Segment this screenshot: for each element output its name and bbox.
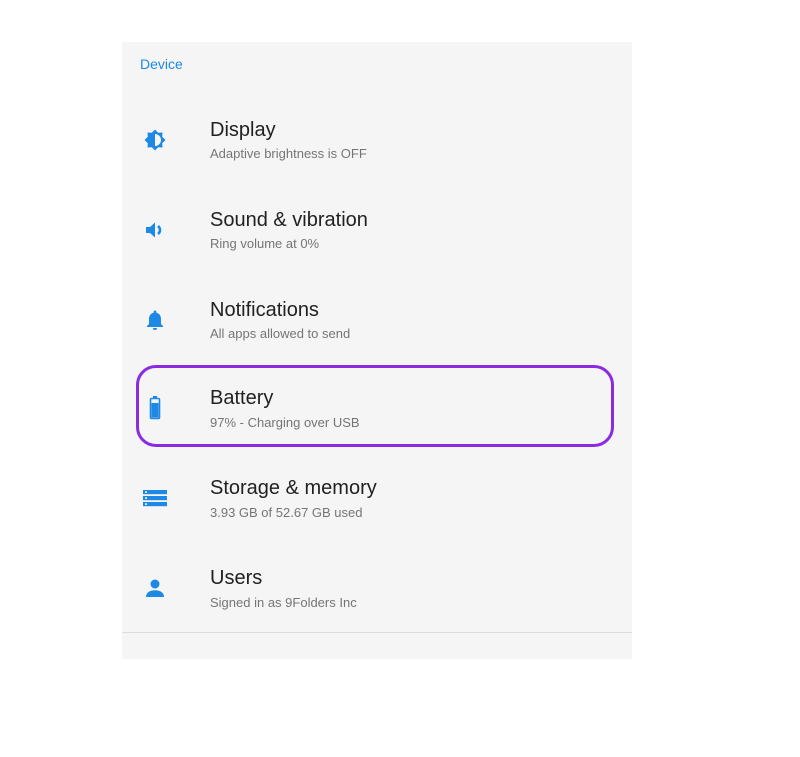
storage-icon — [142, 453, 168, 543]
settings-item-title: Battery — [210, 387, 274, 409]
settings-item-title: Sound & vibration — [210, 209, 368, 231]
settings-item-notifications[interactable]: Notifications All apps allowed to send — [122, 275, 632, 365]
settings-panel: Device Display Adaptive brightness is OF… — [122, 42, 632, 659]
settings-item-battery[interactable]: Battery 97% - Charging over USB — [122, 363, 632, 453]
volume-icon — [142, 185, 168, 275]
settings-item-users[interactable]: Users Signed in as 9Folders Inc — [122, 543, 632, 633]
settings-item-title: Users — [210, 567, 263, 589]
settings-item-title: Notifications — [210, 299, 319, 321]
settings-item-subtitle: Adaptive brightness is OFF — [210, 146, 367, 161]
person-icon — [142, 543, 168, 633]
settings-item-title: Storage & memory — [210, 477, 377, 499]
bell-icon — [142, 275, 168, 365]
divider — [122, 632, 632, 633]
settings-item-storage[interactable]: Storage & memory 3.93 GB of 52.67 GB use… — [122, 453, 632, 543]
settings-item-subtitle: Signed in as 9Folders Inc — [210, 595, 357, 610]
settings-item-subtitle: 3.93 GB of 52.67 GB used — [210, 505, 363, 520]
settings-item-display[interactable]: Display Adaptive brightness is OFF — [122, 95, 632, 185]
settings-item-subtitle: All apps allowed to send — [210, 326, 351, 341]
section-header-device: Device — [140, 56, 183, 72]
settings-item-sound[interactable]: Sound & vibration Ring volume at 0% — [122, 185, 632, 275]
brightness-icon — [142, 95, 168, 185]
settings-item-subtitle: 97% - Charging over USB — [210, 415, 360, 430]
settings-item-title: Display — [210, 119, 276, 141]
battery-icon — [142, 363, 168, 453]
settings-item-subtitle: Ring volume at 0% — [210, 236, 320, 251]
